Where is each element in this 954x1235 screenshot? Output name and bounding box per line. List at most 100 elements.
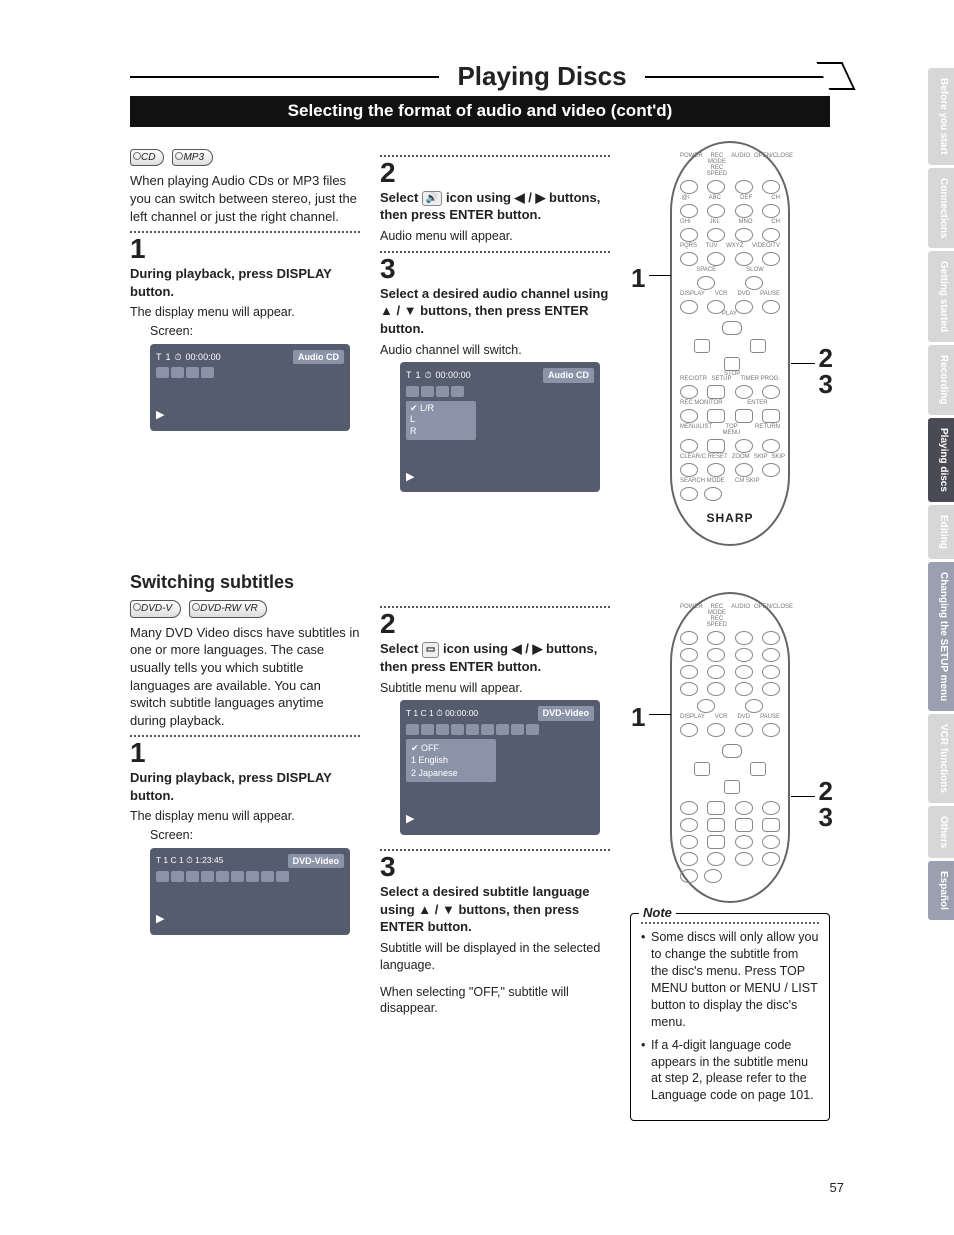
- return-button[interactable]: [762, 835, 780, 849]
- menulist-button[interactable]: [680, 835, 698, 849]
- pause-button[interactable]: [762, 723, 780, 737]
- left-button[interactable]: [707, 818, 725, 832]
- play-button[interactable]: [722, 321, 742, 335]
- cmskip-button[interactable]: [704, 869, 722, 883]
- num-3[interactable]: [735, 648, 753, 662]
- num-4[interactable]: [680, 665, 698, 679]
- enter-button[interactable]: [735, 818, 753, 832]
- ch-down[interactable]: [762, 228, 780, 242]
- rec-button[interactable]: [680, 385, 698, 399]
- topmenu-button[interactable]: [707, 835, 725, 849]
- recmonitor-button[interactable]: [680, 818, 698, 832]
- display-button[interactable]: [680, 723, 698, 737]
- stop-button[interactable]: [724, 780, 740, 794]
- dvd-button[interactable]: [735, 723, 753, 737]
- display-button[interactable]: [680, 300, 698, 314]
- power-button[interactable]: [680, 631, 698, 645]
- openclose-button[interactable]: [762, 180, 780, 194]
- skip-next-button[interactable]: [762, 463, 780, 477]
- right-button[interactable]: [762, 818, 780, 832]
- ff-button[interactable]: [750, 762, 766, 776]
- timerprog-button[interactable]: [762, 801, 780, 815]
- ch-down[interactable]: [762, 665, 780, 679]
- num-5[interactable]: [707, 228, 725, 242]
- cmskip-button[interactable]: [704, 487, 722, 501]
- num-1[interactable]: [680, 648, 698, 662]
- ch-up[interactable]: [762, 648, 780, 662]
- tab-connections[interactable]: Connections: [928, 168, 954, 249]
- vcr-button[interactable]: [707, 723, 725, 737]
- num-7[interactable]: [680, 682, 698, 696]
- num-0[interactable]: [697, 699, 715, 713]
- videotv-button[interactable]: [762, 252, 780, 266]
- tab-editing[interactable]: Editing: [928, 505, 954, 559]
- tab-before-you-start[interactable]: Before you start: [928, 68, 954, 165]
- play-button[interactable]: [722, 744, 742, 758]
- num-4[interactable]: [680, 228, 698, 242]
- setup-button[interactable]: [707, 801, 725, 815]
- searchmode-button[interactable]: [680, 487, 698, 501]
- clear-button[interactable]: [680, 463, 698, 477]
- num-6[interactable]: [735, 665, 753, 679]
- tab-playing-discs[interactable]: Playing discs: [928, 418, 954, 502]
- setup-button[interactable]: [707, 385, 725, 399]
- num-6[interactable]: [735, 228, 753, 242]
- slow-button[interactable]: [745, 699, 763, 713]
- ch-up[interactable]: [762, 204, 780, 218]
- num-8[interactable]: [707, 252, 725, 266]
- left-button[interactable]: [707, 409, 725, 423]
- num-3[interactable]: [735, 204, 753, 218]
- up-button[interactable]: [735, 801, 753, 815]
- zoom-button[interactable]: [707, 852, 725, 866]
- power-button[interactable]: [680, 180, 698, 194]
- recmode-button[interactable]: [707, 631, 725, 645]
- right-button[interactable]: [762, 409, 780, 423]
- slow-button[interactable]: [745, 276, 763, 290]
- up-button[interactable]: [735, 385, 753, 399]
- tab-changing-setup[interactable]: Changing the SETUP menu: [928, 562, 954, 711]
- rec-button[interactable]: [680, 801, 698, 815]
- section-subtitle: Selecting the format of audio and video …: [130, 96, 830, 127]
- topmenu-button[interactable]: [707, 439, 725, 453]
- skip-prev-button[interactable]: [735, 852, 753, 866]
- tab-espanol[interactable]: Español: [928, 861, 954, 920]
- tab-getting-started[interactable]: Getting started: [928, 251, 954, 342]
- recmonitor-button[interactable]: [680, 409, 698, 423]
- dvd-button[interactable]: [735, 300, 753, 314]
- clear-button[interactable]: [680, 852, 698, 866]
- num-0[interactable]: [697, 276, 715, 290]
- brand-logo: SHARP: [706, 510, 753, 526]
- step3-body: Audio channel will switch.: [380, 342, 610, 359]
- stop-button[interactable]: [724, 357, 740, 371]
- num-2[interactable]: [707, 648, 725, 662]
- audio-button[interactable]: [735, 180, 753, 194]
- return-button[interactable]: [762, 439, 780, 453]
- num-5[interactable]: [707, 665, 725, 679]
- num-7[interactable]: [680, 252, 698, 266]
- recmode-button[interactable]: [707, 180, 725, 194]
- openclose-button[interactable]: [762, 631, 780, 645]
- timerprog-button[interactable]: [762, 385, 780, 399]
- num-9[interactable]: [735, 682, 753, 696]
- zoom-button[interactable]: [707, 463, 725, 477]
- searchmode-button[interactable]: [680, 869, 698, 883]
- num-9[interactable]: [735, 252, 753, 266]
- tab-others[interactable]: Others: [928, 806, 954, 858]
- videotv-button[interactable]: [762, 682, 780, 696]
- tab-vcr-functions[interactable]: VCR functions: [928, 714, 954, 803]
- tab-recording[interactable]: Recording: [928, 345, 954, 414]
- num-1[interactable]: [680, 204, 698, 218]
- audio-button[interactable]: [735, 631, 753, 645]
- pause-button[interactable]: [762, 300, 780, 314]
- rew-button[interactable]: [694, 339, 710, 353]
- num-2[interactable]: [707, 204, 725, 218]
- skip-next-button[interactable]: [762, 852, 780, 866]
- num-8[interactable]: [707, 682, 725, 696]
- down-button[interactable]: [735, 439, 753, 453]
- skip-prev-button[interactable]: [735, 463, 753, 477]
- menulist-button[interactable]: [680, 439, 698, 453]
- ff-button[interactable]: [750, 339, 766, 353]
- down-button[interactable]: [735, 835, 753, 849]
- rew-button[interactable]: [694, 762, 710, 776]
- enter-button[interactable]: [735, 409, 753, 423]
